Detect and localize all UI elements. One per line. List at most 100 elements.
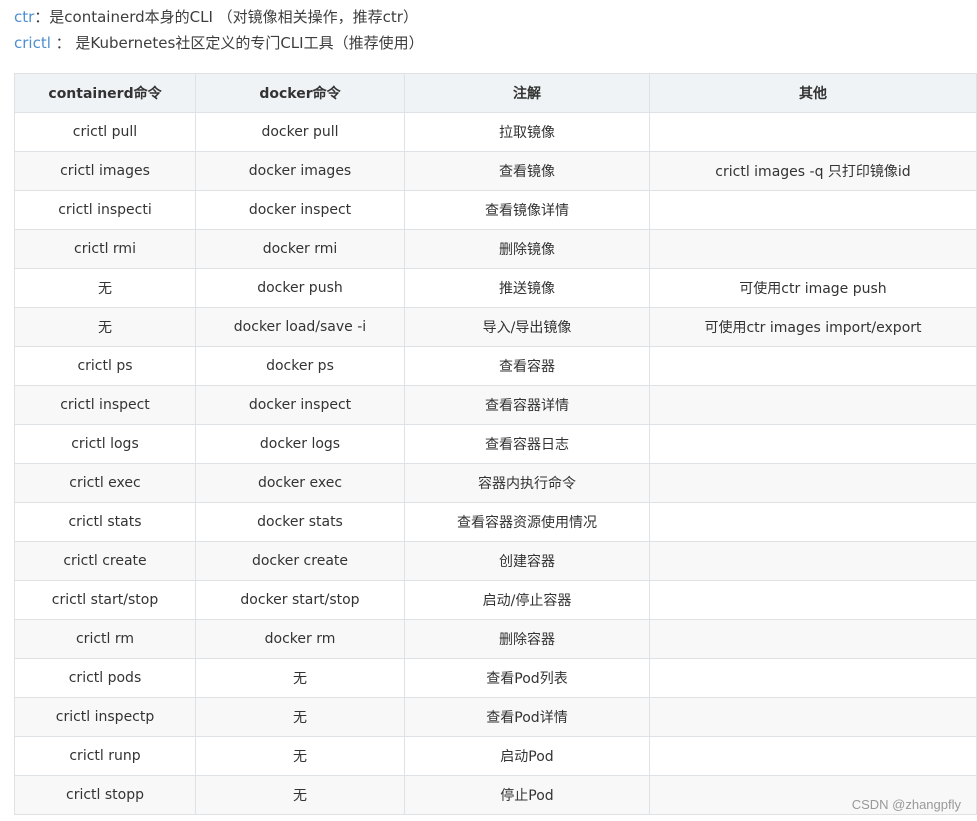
cell-note: 删除镜像 [404,229,650,269]
term-ctr: ctr [14,8,35,26]
intro-line-crictl: crictl ： 是Kubernetes社区定义的专门CLI工具（推荐使用） [14,30,424,56]
cell-note: 查看镜像详情 [404,190,650,230]
cell-other [649,697,977,737]
cell-other [649,502,977,542]
cell-containerd: crictl rm [14,619,196,659]
cell-note: 导入/导出镜像 [404,307,650,347]
cell-other [649,190,977,230]
watermark: CSDN @zhangpfly [851,797,961,812]
cell-containerd: crictl create [14,541,196,581]
cell-docker: 无 [195,658,405,698]
cell-note: 查看容器日志 [404,424,650,464]
cell-containerd: crictl inspecti [14,190,196,230]
intro-line-ctr: ctr：是containerd本身的CLI （对镜像相关操作，推荐ctr） [14,4,424,30]
cell-containerd: crictl start/stop [14,580,196,620]
cell-note: 容器内执行命令 [404,463,650,503]
table-row: crictl create docker create 创建容器 [14,541,977,581]
cell-note: 启动/停止容器 [404,580,650,620]
table-row: crictl images docker images 查看镜像 crictl ima… [14,151,977,191]
cell-note: 查看Pod列表 [404,658,650,698]
cell-docker: docker logs [195,424,405,464]
header-containerd: containerd命令 [14,73,196,113]
cell-other [649,229,977,269]
cell-docker: docker ps [195,346,405,386]
cell-containerd: 无 [14,307,196,347]
table-row: crictl pull docker pull 拉取镜像 [14,112,977,152]
cell-note: 创建容器 [404,541,650,581]
table-header-row: containerd命令 docker命令 注解 其他 [14,73,977,113]
cell-docker: docker pull [195,112,405,152]
cell-containerd: crictl pull [14,112,196,152]
table-row: crictl runp 无启动Pod [14,736,977,776]
intro-ctr-desc: ：是containerd本身的CLI （对镜像相关操作，推荐ctr） [34,8,418,26]
cell-other: crictl images -q 只打印镜像id [649,151,977,191]
table-row: 无 docker push 推送镜像 可使用ctr image push [14,268,977,308]
cell-other [649,619,977,659]
cell-docker: docker start/stop [195,580,405,620]
cell-other [649,580,977,620]
term-crictl: crictl [14,34,51,52]
cell-other [649,112,977,152]
intro-crictl-desc: ： 是Kubernetes社区定义的专门CLI工具（推荐使用） [50,34,424,52]
cell-containerd: crictl stats [14,502,196,542]
cell-docker: docker load/save -i [195,307,405,347]
cell-note: 查看容器 [404,346,650,386]
cell-note: 查看容器详情 [404,385,650,425]
cell-note: 拉取镜像 [404,112,650,152]
cell-other [649,736,977,776]
cell-containerd: crictl images [14,151,196,191]
cell-note: 查看Pod详情 [404,697,650,737]
table-row: crictl inspecti docker inspect 查看镜像详情 [14,190,977,230]
cell-containerd: crictl rmi [14,229,196,269]
table-row: crictl exec docker exec 容器内执行命令 [14,463,977,503]
cell-docker: docker stats [195,502,405,542]
table-row: crictl pods 无查看Pod列表 [14,658,977,698]
table-row: crictl stopp 无停止Pod [14,775,977,815]
table-row: crictl rm docker rm 删除容器 [14,619,977,659]
cell-docker: 无 [195,697,405,737]
cell-containerd: crictl stopp [14,775,196,815]
cell-docker: docker rm [195,619,405,659]
cell-docker: docker push [195,268,405,308]
table-body: crictl pull docker pull 拉取镜像 crictl images d… [14,112,977,815]
table-row: crictl logs docker logs 查看容器日志 [14,424,977,464]
header-note: 注解 [404,73,650,113]
cell-note: 推送镜像 [404,268,650,308]
cell-containerd: crictl logs [14,424,196,464]
cell-containerd: 无 [14,268,196,308]
cell-other: 可使用ctr images import/export [649,307,977,347]
cell-other [649,463,977,503]
cell-other: 可使用ctr image push [649,268,977,308]
cell-note: 查看镜像 [404,151,650,191]
table-row: 无 docker load/save -i 导入/导出镜像 可使用ctr images… [14,307,977,347]
table-row: crictl inspect docker inspect 查看容器详情 [14,385,977,425]
cell-docker: docker exec [195,463,405,503]
header-docker: docker命令 [195,73,405,113]
cell-containerd: crictl inspectp [14,697,196,737]
cell-note: 删除容器 [404,619,650,659]
intro-text: ctr：是containerd本身的CLI （对镜像相关操作，推荐ctr） cr… [14,4,424,56]
cell-containerd: crictl runp [14,736,196,776]
header-other: 其他 [649,73,977,113]
cell-docker: docker rmi [195,229,405,269]
cell-other [649,385,977,425]
cell-containerd: crictl exec [14,463,196,503]
table-row: crictl start/stop docker start/stop 启动/停止容… [14,580,977,620]
cell-other [649,346,977,386]
cell-other [649,424,977,464]
cell-docker: docker inspect [195,190,405,230]
table-row: crictl stats docker stats 查看容器资源使用情况 [14,502,977,542]
article-page: ctr：是containerd本身的CLI （对镜像相关操作，推荐ctr） cr… [0,0,977,821]
table-row: crictl inspectp 无查看Pod详情 [14,697,977,737]
cell-other [649,658,977,698]
cell-containerd: crictl pods [14,658,196,698]
cell-docker: 无 [195,736,405,776]
cell-docker: 无 [195,775,405,815]
cell-containerd: crictl inspect [14,385,196,425]
cell-note: 查看容器资源使用情况 [404,502,650,542]
cell-other [649,541,977,581]
cell-docker: docker create [195,541,405,581]
cell-docker: docker images [195,151,405,191]
table-row: crictl ps docker ps 查看容器 [14,346,977,386]
cell-containerd: crictl ps [14,346,196,386]
